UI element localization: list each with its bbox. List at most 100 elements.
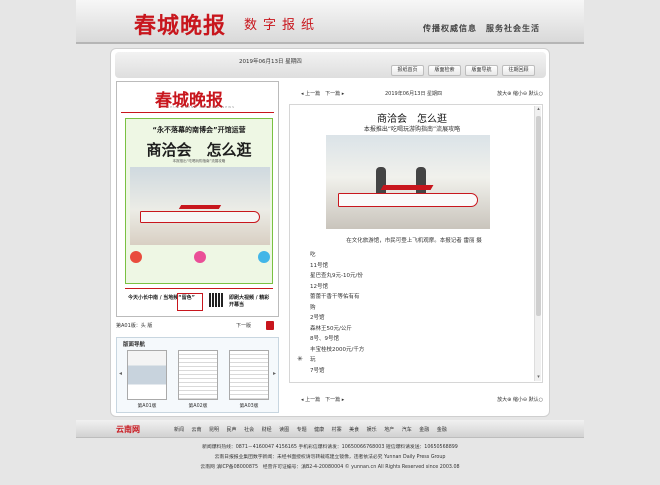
masthead: 春城晚报 数字报纸 传播权威信息 服务社会生活 <box>76 0 584 44</box>
main-panel: 2019年06月13日 星期四 报纸首页 版面检索 版面导航 往期回顾 春城晚报… <box>110 48 550 417</box>
article-subtitle: 本报推出“吃喝玩游购指南”流展攻略 <box>363 126 461 133</box>
masthead-slogan: 传播权威信息 服务社会生活 <box>423 24 540 33</box>
tab-page-nav[interactable]: 版面导航 <box>465 65 498 76</box>
tab-home[interactable]: 报纸首页 <box>391 65 424 76</box>
scroll-down-icon[interactable]: ▾ <box>535 374 542 381</box>
footer-link[interactable]: 金融 <box>419 426 429 433</box>
article-toolbar: ◂ 上一篇 下一篇 ▸ 2019年06月13日 星期四 放大⊕ 缩小⊖ 默认○ <box>301 89 543 99</box>
plane-wing <box>178 205 222 209</box>
body-line: 吃 <box>310 252 316 258</box>
body-line: 丰宝桂枝2000元/千方 <box>310 346 365 353</box>
plane-body <box>140 211 260 223</box>
front-page-article-hotspot[interactable]: “永不落幕的南博会”开馆运营 商洽会 怎么逛 本报推出“吃喝玩购指南”流展攻略 <box>125 118 273 284</box>
footer-link[interactable]: 读图 <box>279 426 289 433</box>
bottom-right-teaser[interactable]: 即刷大视频 / 精彩开幕当 <box>229 294 273 308</box>
food-icon <box>130 251 142 263</box>
page-thumb-a03[interactable]: 第A03版 <box>229 350 269 409</box>
yunnan-net-logo[interactable]: 云南网 <box>116 424 140 435</box>
prev-next-article-links[interactable]: ◂ 上一篇 下一篇 ▸ <box>301 90 344 97</box>
body-line: 8号、9号馆 <box>310 336 339 342</box>
page-navigation: 版面导航 ◂ ▸ 第A01版 第A02版 第A03版 <box>116 337 279 413</box>
page-thumb-image <box>178 350 218 400</box>
footer-link[interactable]: 娱乐 <box>367 426 377 433</box>
footer-link[interactable]: 云南 <box>192 426 202 433</box>
body-line: 星巴查丸9元-10元/份 <box>310 273 363 279</box>
masthead-rule <box>121 112 274 113</box>
footer-hotline: 新闻爆料热线：0871－4160047 4156165 手机彩信爆料请发：106… <box>202 445 458 450</box>
footer-link[interactable]: 健康 <box>314 426 324 433</box>
nav-prev-arrow-icon[interactable]: ◂ <box>119 370 122 377</box>
body-line: 7号馆 <box>310 367 325 374</box>
footer-links: 新闻 云南 昆明 民声 社会 财经 读图 专题 健康 村寨 美食 娱乐 地产 汽… <box>174 426 447 433</box>
footer-nav: 云南网 新闻 云南 昆明 民声 社会 财经 读图 专题 健康 村寨 美食 娱乐 … <box>76 420 584 438</box>
footer-link[interactable]: 社会 <box>244 426 254 433</box>
body-line: 2号馆 <box>310 315 325 321</box>
body-line: 11号馆 <box>310 262 328 269</box>
footer-link[interactable]: 美食 <box>349 426 359 433</box>
footer-license: 云南网 滇ICP备08000875 经营许可证编号：滇B2-4-20080004… <box>200 465 460 470</box>
prev-next-article-links-bottom[interactable]: ◂ 上一篇 下一篇 ▸ <box>301 396 344 403</box>
next-page-link[interactable]: 下一版 <box>236 322 251 329</box>
plane-wing <box>380 185 434 190</box>
article-bottom-toolbar: ◂ 上一篇 下一篇 ▸ 放大⊕ 缩小⊖ 默认○ <box>301 395 543 405</box>
page-thumb-image <box>229 350 269 400</box>
photo-caption: 在文化旅游馆，市民可登上飞机观摩。本报记者 雷丽 摄 <box>346 238 482 244</box>
footer-info: 新闻爆料热线：0871－4160047 4156165 手机彩信爆料请发：106… <box>76 443 584 473</box>
zoom-controls-bottom[interactable]: 放大⊕ 缩小⊖ 默认○ <box>497 396 543 403</box>
plane-body <box>338 193 478 207</box>
tab-archive[interactable]: 往期回顾 <box>502 65 535 76</box>
footer-link[interactable]: 村寨 <box>332 426 342 433</box>
newspaper-masthead-en: CHUN CHENG EVENING NEWS <box>167 105 236 109</box>
body-line: 12号馆 <box>310 283 328 290</box>
footer-link[interactable]: 昆明 <box>209 426 219 433</box>
page-bar: 第A01版：头 版 下一版 <box>116 321 279 331</box>
mini-logo-box <box>177 293 203 311</box>
footer-link[interactable]: 民声 <box>227 426 237 433</box>
article-scrollbar[interactable]: ▴ ▾ <box>534 106 541 381</box>
nav-next-arrow-icon[interactable]: ▸ <box>273 370 276 377</box>
newspaper-page-preview[interactable]: 春城晚报 CHUN CHENG EVENING NEWS “永不落幕的南博会”开… <box>116 81 279 317</box>
article-title: 商洽会 怎么逛 <box>377 114 447 125</box>
article-date: 2019年06月13日 星期四 <box>385 91 443 97</box>
current-page-label: 第A01版：头 版 <box>116 323 153 329</box>
body-line: 蕾蕾干香干等佑有有 <box>310 294 360 300</box>
footer-link[interactable]: 地产 <box>384 426 394 433</box>
issue-date: 2019年06月13日 星期四 <box>239 59 302 65</box>
body-line: 购 <box>310 304 316 311</box>
article-body: 吃 11号馆 星巴查丸9元-10元/份 12号馆 蕾蕾干香干等佑有有 购 2号馆… <box>310 250 390 376</box>
page-thumb-image <box>127 350 167 400</box>
ad-icons <box>130 251 270 263</box>
top-tabs: 报纸首页 版面检索 版面导航 往期回顾 <box>391 65 535 76</box>
ad-headline-2: 商洽会 怎么逛 <box>146 141 252 159</box>
body-line: 森林王50元/公斤 <box>310 325 352 332</box>
footer-copyright-notice: 云南日报报业集团数字新闻：未经书面授权请勿转载或建立镜像，违者依法必究 Yunn… <box>214 455 446 460</box>
ad-headline-3: 本报推出“吃喝玩购指南”流展攻略 <box>172 159 226 163</box>
footer-link[interactable]: 财经 <box>262 426 272 433</box>
page-nav-header: 版面导航 <box>123 342 146 348</box>
masthead-subtitle: 数字报纸 <box>244 18 321 33</box>
masthead-logo[interactable]: 春城晚报 <box>134 8 226 40</box>
page-thumb-label: 第A03版 <box>239 404 259 409</box>
top-bar: 2019年06月13日 星期四 报纸首页 版面检索 版面导航 往期回顾 <box>115 52 546 78</box>
shopping-icon <box>194 251 206 263</box>
page-thumb-label: 第A02版 <box>188 404 208 409</box>
zoom-controls[interactable]: 放大⊕ 缩小⊖ 默认○ <box>497 90 543 97</box>
fun-icon <box>258 251 270 263</box>
page-thumb-a02[interactable]: 第A02版 <box>178 350 218 409</box>
footer-link[interactable]: 新闻 <box>174 426 184 433</box>
article-content: 商洽会 怎么逛 本报推出“吃喝玩游购指南”流展攻略 在文化旅游馆，市民可登上飞机… <box>289 104 543 383</box>
page-thumb-a01[interactable]: 第A01版 <box>127 350 167 409</box>
page-thumbnails: 第A01版 第A02版 第A03版 <box>127 350 269 409</box>
footer-link[interactable]: 专题 <box>297 426 307 433</box>
footer-link[interactable]: 汽车 <box>402 426 412 433</box>
scroll-thumb[interactable] <box>536 116 541 316</box>
ad-headline-1: “永不落幕的南博会”开馆运营 <box>152 126 246 134</box>
footer-link[interactable]: 金融 <box>437 426 447 433</box>
tab-search[interactable]: 版面检索 <box>428 65 461 76</box>
page-thumb-label: 第A01版 <box>137 404 157 409</box>
scroll-up-icon[interactable]: ▴ <box>535 106 542 113</box>
front-page-photo <box>130 167 270 245</box>
pdf-icon[interactable] <box>266 321 274 330</box>
front-page-bottom-strip: 今天小长中南 / 当地频“留色” 即刷大视频 / 精彩开幕当 <box>125 288 273 314</box>
body-line: 玩 <box>310 357 316 363</box>
